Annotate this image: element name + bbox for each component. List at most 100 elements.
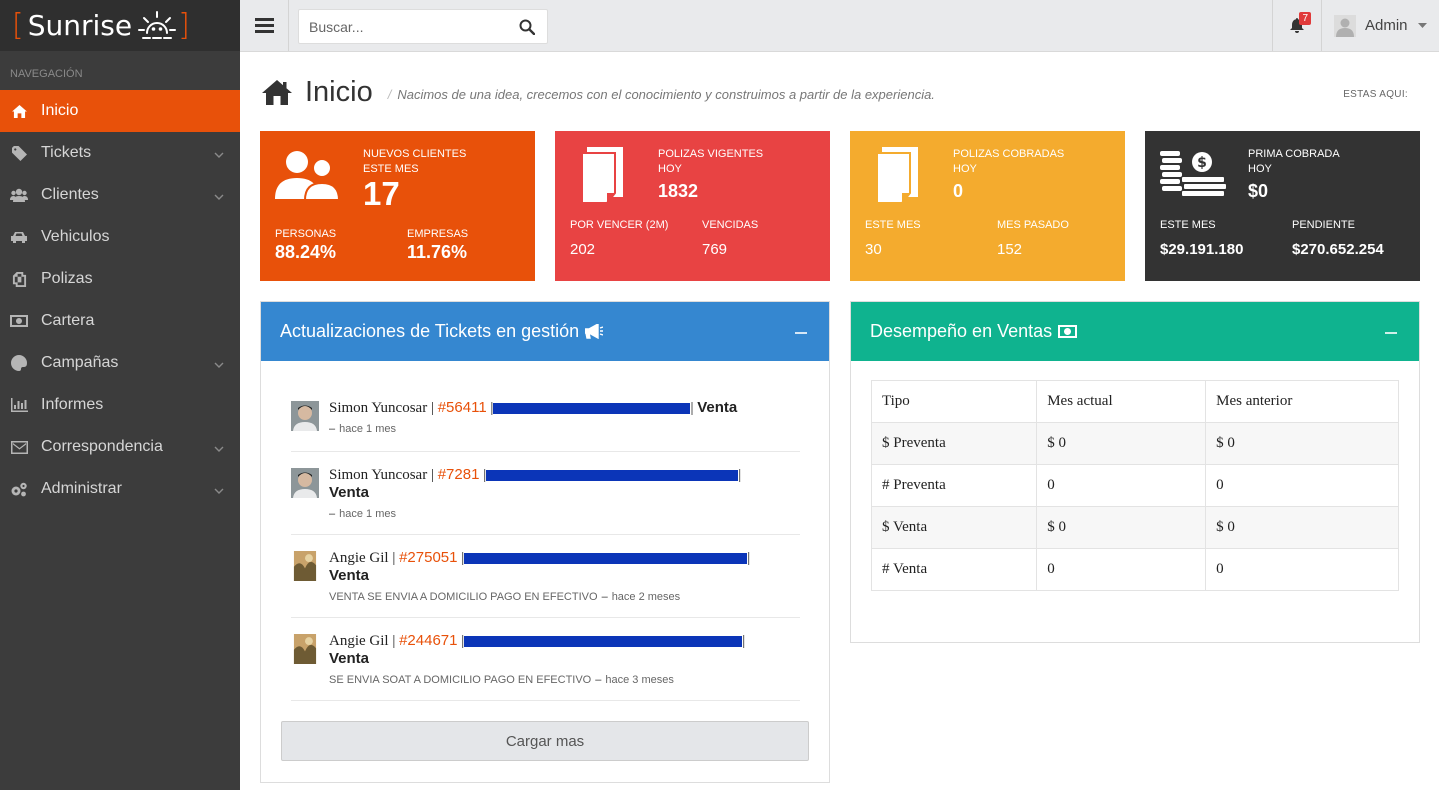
menu-toggle-button[interactable] (240, 0, 289, 51)
avatar-icon (1334, 14, 1356, 37)
table-cell: $ 0 (1205, 422, 1399, 465)
stat-value: 1832 (658, 181, 699, 201)
table-cell: $ 0 (1205, 506, 1399, 549)
page-subtitle-text: Nacimos de una idea, crecemos con el con… (397, 87, 935, 102)
tickets-panel-header: Actualizaciones de Tickets en gestión (261, 302, 829, 361)
table-cell: $ 0 (1036, 422, 1207, 465)
chevron-down-icon (214, 440, 224, 458)
topbar: 7 Admin (240, 0, 1439, 52)
ticket-body: Angie Gil | #244671 | | Venta SE ENVIA SOA… (329, 632, 799, 689)
ticket-item[interactable]: Simon Yuncosar | #7281 | | Venta – hace 1 m… (291, 466, 800, 535)
table-header-row: Tipo Mes actual Mes anterior (870, 380, 1399, 423)
stat-sub-label: PENDIENTE (1292, 219, 1355, 231)
table-row: $ Preventa $ 0 $ 0 (870, 422, 1399, 465)
sidebar-item-inicio[interactable]: Inicio (0, 90, 240, 132)
table-cell: $ Preventa (870, 422, 1038, 465)
palette-icon (10, 355, 28, 371)
hamburger-icon (254, 18, 274, 33)
table-cell: 0 (1036, 548, 1207, 591)
load-more-button[interactable]: Cargar mas (281, 721, 809, 761)
stat-sub-value: 88.24% (275, 242, 337, 262)
sidebar-item-label: Polizas (41, 270, 93, 287)
money-icon (1058, 325, 1078, 338)
stat-card-clientes: NUEVOS CLIENTES ESTE MES 17 PERSONAS 88.… (260, 131, 535, 281)
stat-sub-label: MES PASADO (997, 219, 1069, 231)
user-avatar (291, 468, 319, 498)
brand-logo[interactable]: [ Sunrise ] (0, 0, 240, 51)
sidebar-item-cartera[interactable]: Cartera (0, 300, 240, 342)
ticket-number-link[interactable]: #244671 (399, 632, 457, 649)
table-row: $ Venta $ 0 $ 0 (870, 506, 1399, 549)
chevron-down-icon (214, 356, 224, 374)
ticket-time: hace 3 meses (605, 674, 674, 686)
bar-chart-icon (10, 397, 28, 413)
sidebar-item-correspondencia[interactable]: Correspondencia (0, 426, 240, 468)
sidebar-item-polizas[interactable]: Polizas (0, 258, 240, 300)
caret-down-icon (1417, 23, 1427, 28)
ticket-time: hace 1 mes (339, 508, 396, 520)
stat-sub-left: POR VENCER (2M) 202 (570, 218, 668, 259)
sidebar-item-label: Clientes (41, 186, 99, 203)
stat-sub-right: MES PASADO 152 (997, 218, 1069, 259)
ticket-item[interactable]: Simon Yuncosar | #56411 | | Venta – hace 1… (291, 399, 800, 452)
collapse-button[interactable] (1385, 332, 1397, 334)
stat-card-prima-cobrada: $ PRIMA COBRADA HOY $0 ESTE MES $29.191.… (1145, 131, 1420, 281)
stat-header: PRIMA COBRADA HOY $0 (1248, 147, 1340, 201)
ticket-number-link[interactable]: #7281 (438, 466, 480, 483)
ticket-note: SE ENVIA SOAT A DOMICILIO PAGO EN EFECTI… (329, 674, 592, 686)
home-icon (10, 103, 28, 119)
table-row: # Venta 0 0 (870, 548, 1399, 591)
table-cell: $ Venta (870, 506, 1038, 549)
page-header: Inicio / Nacimos de una idea, crecemos co… (262, 76, 935, 109)
sidebar-item-administrar[interactable]: Administrar (0, 468, 240, 510)
search-icon[interactable] (519, 19, 536, 40)
ticket-body: Simon Yuncosar | #56411 | | Venta – hace 1… (329, 399, 799, 438)
user-menu[interactable]: Admin (1334, 0, 1427, 51)
table-cell: # Venta (870, 548, 1038, 591)
sidebar-item-label: Informes (41, 396, 104, 413)
user-avatar (291, 401, 319, 431)
ticket-number-link[interactable]: #56411 (438, 399, 487, 416)
stat-sub-left: PERSONAS 88.24% (275, 227, 336, 262)
notifications-button[interactable]: 7 (1272, 0, 1322, 51)
ticket-number-link[interactable]: #275051 (399, 549, 457, 566)
stat-value: 0 (953, 181, 964, 201)
sidebar-item-label: Tickets (41, 144, 92, 161)
ticket-meta: VENTA SE ENVIA A DOMICILIO PAGO EN EFECT… (329, 591, 681, 603)
ticket-type: Venta (329, 650, 370, 667)
sun-icon (138, 10, 177, 39)
ticket-meta: – hace 1 mes (329, 423, 396, 435)
ticket-item[interactable]: Angie Gil | #244671 | | Venta SE ENVIA SOA… (291, 632, 800, 701)
table-cell: 0 (1036, 464, 1207, 507)
chevron-down-icon (214, 482, 224, 500)
gears-icon (10, 481, 28, 497)
stat-period: HOY (1248, 163, 1272, 175)
sidebar-item-vehiculos[interactable]: Vehiculos (0, 216, 240, 258)
ticket-item[interactable]: Angie Gil | #275051 | | Venta VENTA SE ENV… (291, 549, 800, 618)
brand-name: Sunrise (27, 8, 133, 42)
logo-bracket-right: ] (178, 7, 190, 43)
stat-sub-value: 202 (570, 241, 596, 258)
sidebar-item-campanas[interactable]: Campañas (0, 342, 240, 384)
ticket-user: Angie Gil (329, 633, 389, 649)
ticket-meta: SE ENVIA SOAT A DOMICILIO PAGO EN EFECTI… (329, 674, 674, 686)
stat-sub-right: EMPRESAS 11.76% (407, 227, 468, 262)
car-icon (10, 229, 28, 245)
stat-card-polizas-vigentes: POLIZAS VIGENTES HOY 1832 POR VENCER (2M… (555, 131, 830, 281)
stat-header: NUEVOS CLIENTES ESTE MES 17 (363, 147, 466, 211)
sidebar-item-clientes[interactable]: Clientes (0, 174, 240, 216)
sidebar-item-tickets[interactable]: Tickets (0, 132, 240, 174)
stat-sub-label: EMPRESAS (407, 228, 469, 240)
sidebar-item-informes[interactable]: Informes (0, 384, 240, 426)
stat-sub-label: VENCIDAS (702, 219, 759, 231)
stat-sub-left: ESTE MES 30 (865, 218, 921, 259)
money-stack-icon: $ (1160, 151, 1226, 196)
sidebar: [ Sunrise ] NAVEGACIÓN Inicio Tickets Cl… (0, 0, 240, 790)
sidebar-item-label: Administrar (41, 480, 122, 497)
chevron-down-icon (214, 188, 224, 206)
ticket-time: hace 1 mes (339, 423, 396, 435)
sidebar-item-label: Vehiculos (41, 228, 110, 245)
collapse-button[interactable] (795, 332, 807, 334)
search-input[interactable] (299, 10, 509, 43)
ticket-note: VENTA SE ENVIA A DOMICILIO PAGO EN EFECT… (329, 591, 598, 603)
